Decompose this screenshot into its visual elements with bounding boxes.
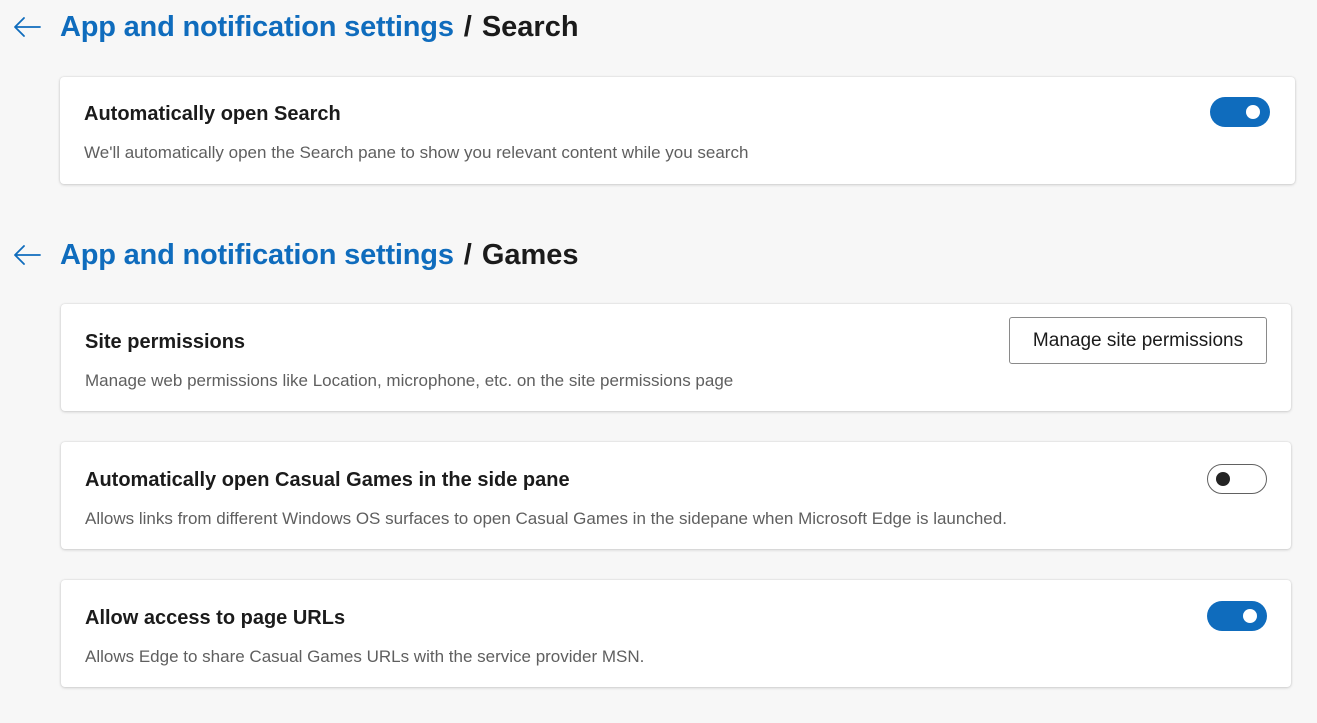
back-button[interactable] <box>12 12 42 42</box>
casual-games-side-pane-card: Automatically open Casual Games in the s… <box>61 442 1291 549</box>
toggle-knob <box>1246 105 1260 119</box>
site-permissions-card: Site permissions Manage web permissions … <box>61 304 1291 411</box>
breadcrumb-link[interactable]: App and notification settings <box>60 11 454 44</box>
setting-description: Manage web permissions like Location, mi… <box>85 371 734 390</box>
auto-open-search-toggle[interactable] <box>1210 97 1270 127</box>
setting-title: Site permissions <box>85 331 246 353</box>
setting-title: Automatically open Search <box>84 103 341 125</box>
breadcrumb-link[interactable]: App and notification settings <box>60 239 454 272</box>
automatically-open-search-card: Automatically open Search We'll automati… <box>60 77 1295 184</box>
page-title: Search <box>481 10 579 43</box>
setting-title: Automatically open Casual Games in the s… <box>85 469 570 491</box>
setting-description: Allows Edge to share Casual Games URLs w… <box>85 647 645 666</box>
settings-page: App and notification settings / Search A… <box>0 0 1317 723</box>
page-title: Games <box>481 238 579 271</box>
setting-title: Allow access to page URLs <box>85 607 346 629</box>
breadcrumb-separator: / <box>463 238 472 271</box>
games-section-header: App and notification settings / Games <box>12 235 579 275</box>
casual-games-side-pane-toggle[interactable] <box>1207 464 1267 494</box>
toggle-knob <box>1216 472 1230 486</box>
setting-description: Allows links from different Windows OS s… <box>85 509 1007 528</box>
arrow-left-icon <box>14 17 41 37</box>
search-section-header: App and notification settings / Search <box>12 7 579 47</box>
back-button[interactable] <box>12 240 42 270</box>
setting-description: We'll automatically open the Search pane… <box>84 143 749 162</box>
toggle-knob <box>1243 609 1257 623</box>
arrow-left-icon <box>14 245 41 265</box>
allow-page-urls-card: Allow access to page URLs Allows Edge to… <box>61 580 1291 687</box>
breadcrumb-separator: / <box>463 10 472 43</box>
allow-page-urls-toggle[interactable] <box>1207 601 1267 631</box>
manage-site-permissions-button[interactable]: Manage site permissions <box>1009 317 1267 364</box>
